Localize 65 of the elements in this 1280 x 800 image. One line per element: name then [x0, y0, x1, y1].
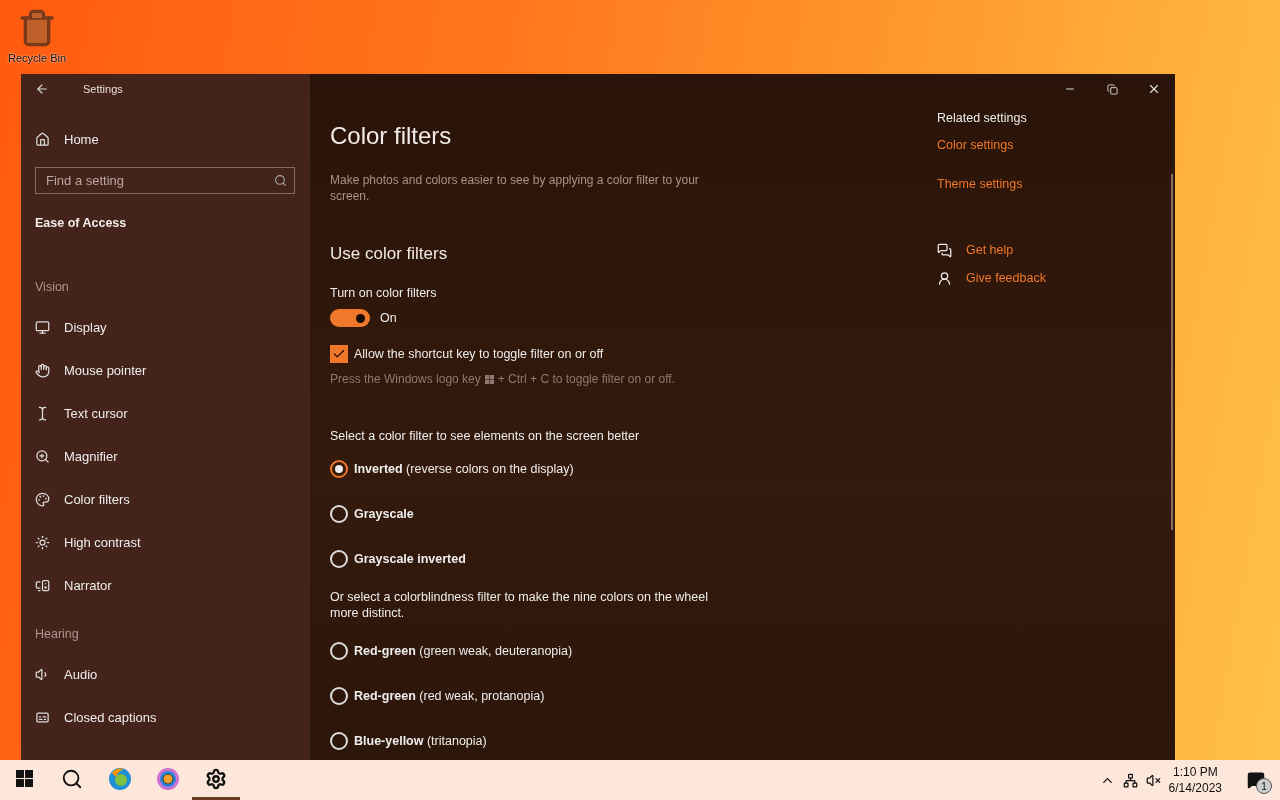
sidebar-item[interactable]: Display [21, 306, 310, 349]
muted-speaker-icon[interactable] [1145, 772, 1161, 788]
related-link[interactable]: Color settings [937, 138, 1014, 152]
sidebar-item[interactable]: Narrator [21, 564, 310, 607]
toggle-label: Turn on color filters [330, 286, 438, 300]
related-link[interactable]: Theme settings [937, 177, 1023, 191]
sun-icon [35, 535, 50, 550]
checkbox[interactable] [330, 345, 348, 363]
search-field[interactable]: Find a setting [35, 167, 295, 194]
home-link[interactable]: Home [21, 118, 310, 161]
sidebar-item[interactable]: Mouse pointer [21, 349, 310, 392]
hint-text: Press the Windows logo key [330, 372, 481, 386]
restore-icon [1106, 83, 1118, 95]
sidebar-item[interactable]: Audio [21, 653, 310, 696]
captions-icon [35, 710, 50, 725]
page-description: Make photos and colors easier to see by applying a color filter to your screen. [330, 172, 700, 204]
colorblind-prompt: Or select a colorblindness filter to make the nine colors on the wheel more distinct. [330, 589, 709, 621]
clock[interactable]: 1:10 PM 6/14/2023 [1168, 764, 1222, 796]
checkmark-icon [332, 347, 346, 361]
search-icon [274, 174, 287, 187]
notification-count: 1 [1256, 778, 1272, 794]
person-icon [937, 270, 952, 286]
settings-icon [205, 767, 227, 790]
group-heading: Vision [34, 279, 70, 296]
help-link[interactable]: Get help [966, 243, 1014, 257]
sidebar-item[interactable]: High contrast [21, 521, 310, 564]
magnifier-icon [35, 449, 50, 464]
back-icon[interactable] [35, 82, 49, 96]
sidebar-item[interactable]: Closed captions [21, 696, 310, 739]
sidebar-item[interactable]: Text cursor [21, 392, 310, 435]
checkbox-label: Allow the shortcut key to toggle filter on or off [354, 347, 604, 361]
palette-icon [35, 492, 50, 507]
desktop-icon-label: Recycle Bin [7, 52, 67, 64]
monitor-icon [35, 320, 50, 335]
radio-label: Red-green (red weak, protanopia) [354, 688, 545, 703]
filter-prompt: Select a color filter to see elements on the screen better [330, 429, 641, 443]
narrator-icon [35, 578, 50, 593]
radio-label: Blue-yellow (tritanopia) [354, 733, 487, 748]
windows-logo-icon [484, 374, 494, 384]
radio-label: Inverted (reverse colors on the display) [354, 461, 574, 476]
radio-label: Red-green (green weak, deuteranopia) [354, 643, 573, 658]
network-icon[interactable] [1122, 772, 1138, 788]
hint-text: + Ctrl + C to toggle filter on or off. [497, 372, 675, 386]
help-link[interactable]: Give feedback [966, 271, 1046, 285]
toggle-state: On [380, 311, 397, 325]
browser-globe-icon [108, 766, 132, 791]
related-title: Related settings [937, 111, 1028, 125]
sidebar-item[interactable]: Color filters [21, 478, 310, 521]
section-title: Use color filters [330, 244, 449, 264]
window-title: Settings [83, 83, 123, 95]
home-icon [35, 132, 50, 147]
radio-label: Grayscale inverted [354, 551, 466, 566]
browser-circle-icon [156, 766, 180, 791]
chat-bubbles-icon [937, 242, 952, 258]
group-heading: Hearing [34, 626, 80, 643]
toggle-switch[interactable] [330, 309, 370, 327]
page-title: Color filters [330, 122, 453, 150]
sidebar-item[interactable]: Magnifier [21, 435, 310, 478]
radio-button[interactable] [330, 459, 348, 478]
category-heading: Ease of Access [34, 215, 128, 232]
windows-logo-icon [15, 770, 33, 787]
close-icon [1147, 82, 1161, 96]
search-icon [61, 767, 83, 790]
hand-icon [35, 363, 50, 378]
radio-label: Grayscale [354, 506, 414, 521]
